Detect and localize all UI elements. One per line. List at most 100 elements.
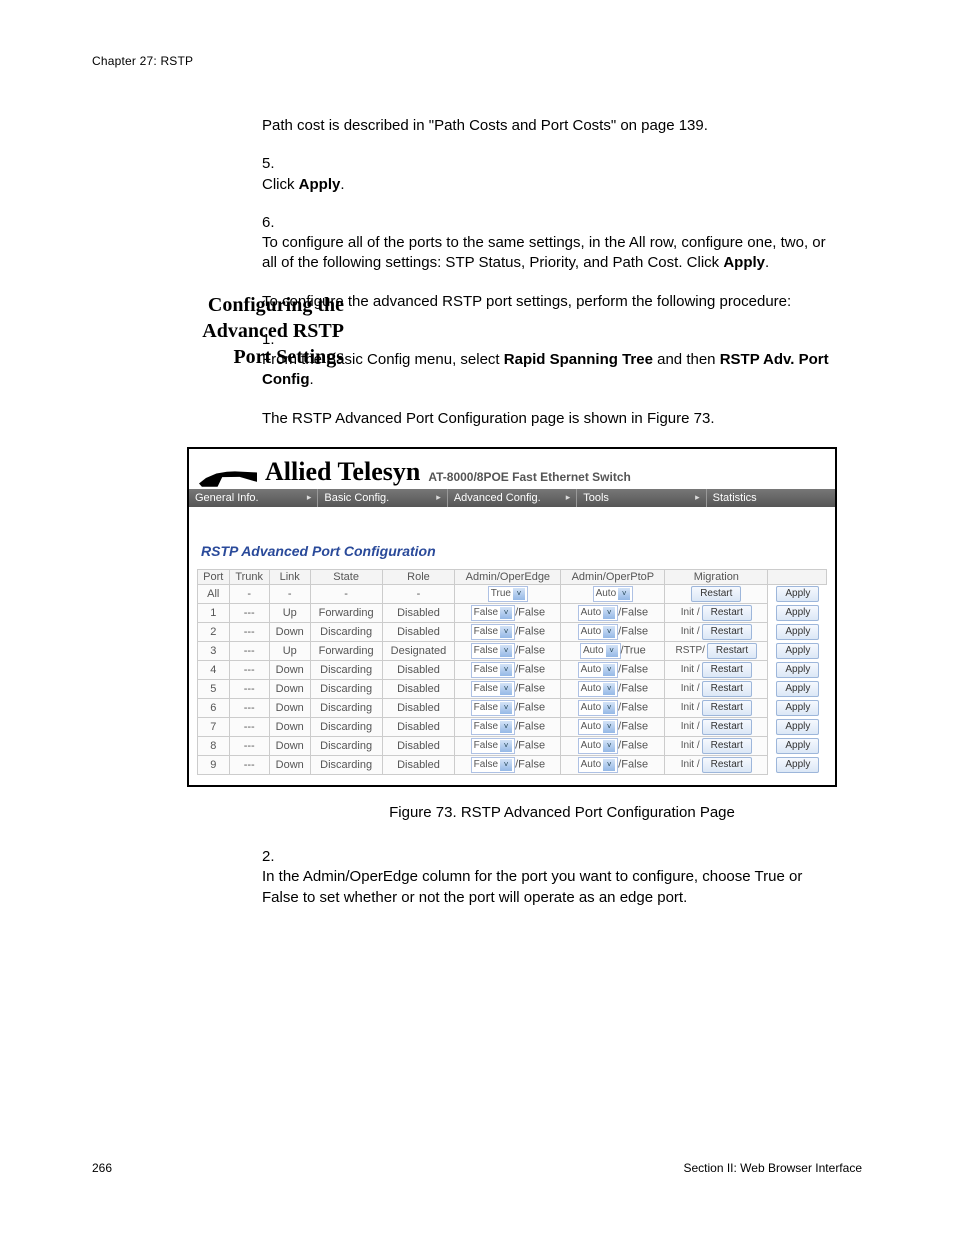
cell-apply: Apply — [768, 660, 827, 679]
migration-status: RSTP/ — [675, 645, 704, 656]
apply-button[interactable]: Apply — [776, 681, 819, 697]
edge-select[interactable]: False˅ — [471, 757, 515, 773]
apply-button[interactable]: Apply — [776, 624, 819, 640]
table-row: 7---DownDiscardingDisabledFalse˅/FalseAu… — [198, 717, 827, 736]
menu-tools[interactable]: Tools — [577, 489, 706, 507]
cell-link: Up — [269, 641, 310, 660]
cell-role: - — [382, 584, 455, 603]
cell-role: Disabled — [382, 717, 455, 736]
ptop-select[interactable]: Auto˅ — [578, 605, 619, 621]
cell-admin-oper-ptop: Auto˅/False — [561, 679, 665, 698]
ptop-select[interactable]: Auto˅ — [578, 738, 619, 754]
edge-oper-value: /False — [515, 701, 545, 713]
cell-admin-oper-ptop: Auto˅/True — [561, 641, 665, 660]
apply-button[interactable]: Apply — [776, 605, 819, 621]
apply-button[interactable]: Apply — [776, 643, 819, 659]
ptop-select-value: Auto — [581, 664, 602, 675]
cell-state: Discarding — [310, 717, 382, 736]
restart-button[interactable]: Restart — [702, 719, 752, 735]
cell-admin-oper-edge: False˅/False — [455, 622, 561, 641]
cell-migration: Init /Restart — [665, 660, 768, 679]
cell-role: Disabled — [382, 622, 455, 641]
ptop-select[interactable]: Auto˅ — [578, 681, 619, 697]
menu-basic-config[interactable]: Basic Config. — [318, 489, 447, 507]
cell-apply: Apply — [768, 584, 827, 603]
table-row: 4---DownDiscardingDisabledFalse˅/FalseAu… — [198, 660, 827, 679]
restart-button[interactable]: Restart — [702, 605, 752, 621]
menu-general-info[interactable]: General Info. — [189, 489, 318, 507]
page-number: 266 — [92, 1161, 112, 1175]
edge-select[interactable]: False˅ — [471, 624, 515, 640]
ptop-select[interactable]: Auto˅ — [578, 662, 619, 678]
migration-status: Init / — [681, 721, 700, 732]
restart-button[interactable]: Restart — [707, 643, 757, 659]
cell-apply: Apply — [768, 641, 827, 660]
cell-admin-oper-ptop: Auto˅/False — [561, 622, 665, 641]
cell-port: 6 — [198, 698, 230, 717]
apply-button[interactable]: Apply — [776, 662, 819, 678]
edge-select[interactable]: True˅ — [488, 586, 528, 602]
restart-button[interactable]: Restart — [702, 681, 752, 697]
ptop-oper-value: /True — [621, 644, 646, 656]
restart-button[interactable]: Restart — [702, 738, 752, 754]
chevron-down-icon: ˅ — [500, 740, 512, 752]
cell-migration: Restart — [665, 584, 768, 603]
cell-port: 1 — [198, 603, 230, 622]
edge-select[interactable]: False˅ — [471, 719, 515, 735]
chevron-down-icon: ˅ — [603, 759, 615, 771]
cell-trunk: --- — [229, 679, 269, 698]
ptop-select-value: Auto — [581, 607, 602, 618]
edge-select-value: False — [474, 740, 498, 751]
edge-select-value: False — [474, 759, 498, 770]
chevron-down-icon: ˅ — [500, 721, 512, 733]
edge-select[interactable]: False˅ — [471, 643, 515, 659]
cell-link: Down — [269, 679, 310, 698]
cell-trunk: - — [229, 584, 269, 603]
apply-button[interactable]: Apply — [776, 700, 819, 716]
cell-admin-oper-ptop: Auto˅ — [561, 584, 665, 603]
chevron-down-icon: ˅ — [603, 683, 615, 695]
cell-admin-oper-edge: False˅/False — [455, 641, 561, 660]
migration-status: Init / — [681, 702, 700, 713]
ptop-select-value: Auto — [581, 683, 602, 694]
edge-select[interactable]: False˅ — [471, 681, 515, 697]
ptop-select[interactable]: Auto˅ — [593, 586, 634, 602]
cell-apply: Apply — [768, 717, 827, 736]
edge-select[interactable]: False˅ — [471, 662, 515, 678]
edge-oper-value: /False — [515, 606, 545, 618]
step6-b: Apply — [723, 254, 765, 271]
cell-migration: Init /Restart — [665, 717, 768, 736]
cell-state: - — [310, 584, 382, 603]
section-heading: Configuring the Advanced RSTP Port Setti… — [184, 292, 344, 370]
cell-migration: Init /Restart — [665, 622, 768, 641]
cell-link: Down — [269, 755, 310, 774]
ptop-select[interactable]: Auto˅ — [580, 643, 621, 659]
ptop-select[interactable]: Auto˅ — [578, 719, 619, 735]
ptop-select[interactable]: Auto˅ — [578, 624, 619, 640]
table-header: Trunk — [229, 569, 269, 584]
edge-select[interactable]: False˅ — [471, 700, 515, 716]
edge-select[interactable]: False˅ — [471, 738, 515, 754]
apply-button[interactable]: Apply — [776, 586, 819, 602]
cell-port: 3 — [198, 641, 230, 660]
cell-trunk: --- — [229, 622, 269, 641]
apply-button[interactable]: Apply — [776, 757, 819, 773]
restart-button[interactable]: Restart — [702, 624, 752, 640]
chevron-down-icon: ˅ — [500, 626, 512, 638]
step1-text: From the Basic Config menu, select Rapid… — [262, 350, 838, 391]
restart-button[interactable]: Restart — [702, 700, 752, 716]
ptop-select[interactable]: Auto˅ — [578, 700, 619, 716]
cell-apply: Apply — [768, 679, 827, 698]
ptop-select[interactable]: Auto˅ — [578, 757, 619, 773]
restart-button[interactable]: Restart — [691, 586, 741, 602]
restart-button[interactable]: Restart — [702, 662, 752, 678]
cell-port: 8 — [198, 736, 230, 755]
restart-button[interactable]: Restart — [702, 757, 752, 773]
apply-button[interactable]: Apply — [776, 719, 819, 735]
table-row: All----True˅Auto˅RestartApply — [198, 584, 827, 603]
apply-button[interactable]: Apply — [776, 738, 819, 754]
migration-status: Init / — [681, 759, 700, 770]
menu-statistics[interactable]: Statistics — [707, 489, 835, 507]
menu-advanced-config[interactable]: Advanced Config. — [448, 489, 577, 507]
edge-select[interactable]: False˅ — [471, 605, 515, 621]
